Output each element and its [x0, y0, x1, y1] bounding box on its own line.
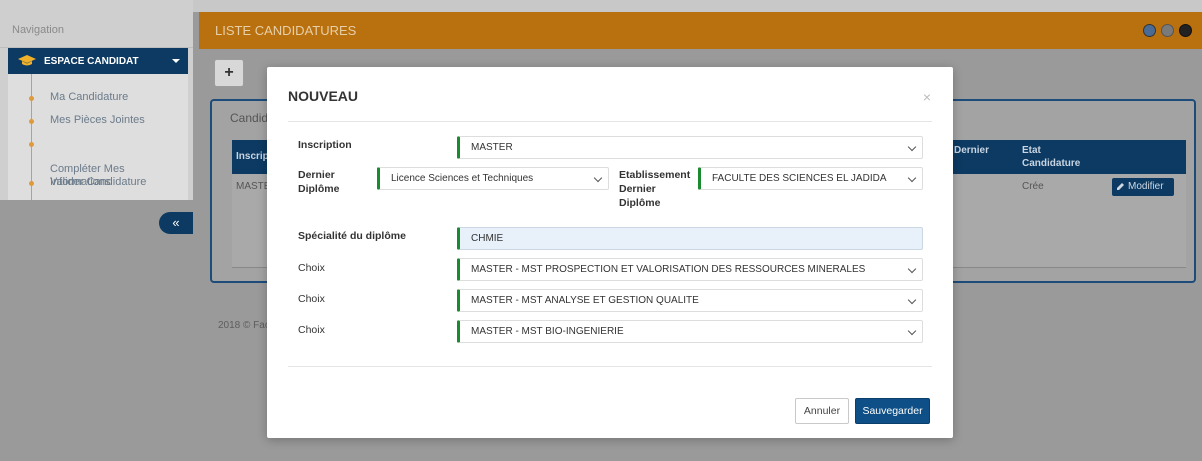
- add-button[interactable]: +: [214, 59, 244, 87]
- close-icon[interactable]: ×: [923, 89, 931, 105]
- sidebar-item-pieces-jointes[interactable]: Mes Pièces Jointes: [29, 114, 145, 127]
- panel-title: Candid: [230, 111, 269, 125]
- caret-down-icon: [172, 59, 180, 63]
- etablissement-value: FACULTE DES SCIENCES EL JADIDA: [712, 173, 887, 184]
- sidebar-item-ma-candidature[interactable]: Ma Candidature: [29, 91, 129, 104]
- sidebar-empty-area: [0, 200, 193, 461]
- choix-value: MASTER - MST PROSPECTION ET VALORISATION…: [471, 264, 866, 275]
- chevron-down-icon: [593, 173, 603, 183]
- sidebar-item-valider-candidature[interactable]: Valider Candidature: [29, 176, 147, 189]
- espace-candidat-menu[interactable]: ESPACE CANDIDAT: [8, 48, 188, 74]
- etablissement-label: Etablissement Dernier Diplôme: [619, 169, 691, 209]
- header-icons: [1143, 24, 1192, 37]
- modal-title: NOUVEAU: [288, 88, 359, 104]
- table-cell: MASTE: [236, 181, 271, 192]
- specialite-value: CHMIE: [471, 233, 504, 244]
- sidebar-item-label: Ma Candidature: [50, 91, 129, 103]
- choix-label: Choix: [298, 324, 325, 336]
- settings-icon[interactable]: [1143, 24, 1156, 37]
- choix-1-select[interactable]: MASTER - MST PROSPECTION ET VALORISATION…: [457, 258, 923, 281]
- column-header: Dernier: [954, 145, 990, 156]
- inscription-value: MASTER: [471, 142, 513, 153]
- sidebar-item-label: Valider Candidature: [50, 176, 147, 188]
- dernier-diplome-label: Dernier Diplôme: [298, 169, 340, 195]
- save-button[interactable]: Sauvegarder: [855, 398, 930, 424]
- choix-label: Choix: [298, 293, 325, 305]
- column-header: Inscrip: [236, 151, 269, 162]
- espace-candidat-label: ESPACE CANDIDAT: [44, 55, 139, 67]
- modal-divider: [288, 121, 932, 122]
- bullet-icon: [29, 181, 34, 186]
- chevron-down-icon: [907, 326, 917, 336]
- pencil-icon: [1117, 183, 1124, 190]
- inscription-label: Inscription: [298, 139, 352, 151]
- submenu: Ma Candidature Mes Pièces Jointes Complé…: [8, 74, 188, 200]
- choix-2-select[interactable]: MASTER - MST ANALYSE ET GESTION QUALITE: [457, 289, 923, 312]
- dernier-diplome-value: Licence Sciences et Techniques: [391, 173, 534, 184]
- specialite-label: Spécialité du diplôme: [298, 230, 406, 242]
- nav-label: Navigation: [0, 12, 193, 48]
- power-icon[interactable]: [1179, 24, 1192, 37]
- chevron-down-icon: [907, 142, 917, 152]
- column-header: Etat Candidature: [1022, 145, 1081, 169]
- chevron-down-icon: [907, 173, 917, 183]
- page-title: LISTE CANDIDATURES: [215, 23, 357, 38]
- modifier-button[interactable]: Modifier: [1112, 178, 1174, 196]
- bullet-icon: [29, 142, 34, 147]
- etablissement-select[interactable]: FACULTE DES SCIENCES EL JADIDA: [698, 167, 923, 190]
- inscription-select[interactable]: MASTER: [457, 136, 923, 159]
- refresh-icon[interactable]: [1161, 24, 1174, 37]
- status-cell: Crée: [1022, 181, 1044, 192]
- modal-divider: [288, 366, 932, 367]
- page-header: LISTE CANDIDATURES: [199, 12, 1202, 49]
- bullet-icon: [29, 119, 34, 124]
- modifier-label: Modifier: [1128, 181, 1164, 192]
- choix-value: MASTER - MST BIO-INGENIERIE: [471, 326, 624, 337]
- choix-label: Choix: [298, 262, 325, 274]
- nouveau-modal: NOUVEAU × Inscription MASTER Dernier Dip…: [267, 67, 953, 438]
- cancel-button[interactable]: Annuler: [795, 398, 849, 424]
- choix-3-select[interactable]: MASTER - MST BIO-INGENIERIE: [457, 320, 923, 343]
- choix-value: MASTER - MST ANALYSE ET GESTION QUALITE: [471, 295, 699, 306]
- specialite-input[interactable]: CHMIE: [457, 227, 923, 250]
- graduation-cap-icon: [18, 55, 36, 66]
- footer-copyright: 2018 © Fac: [218, 320, 270, 331]
- chevron-down-icon: [907, 264, 917, 274]
- sidebar-item-label: Mes Pièces Jointes: [50, 114, 145, 126]
- dernier-diplome-select[interactable]: Licence Sciences et Techniques: [377, 167, 609, 190]
- collapse-sidebar-button[interactable]: «: [159, 212, 193, 234]
- bullet-icon: [29, 96, 34, 101]
- chevron-down-icon: [907, 295, 917, 305]
